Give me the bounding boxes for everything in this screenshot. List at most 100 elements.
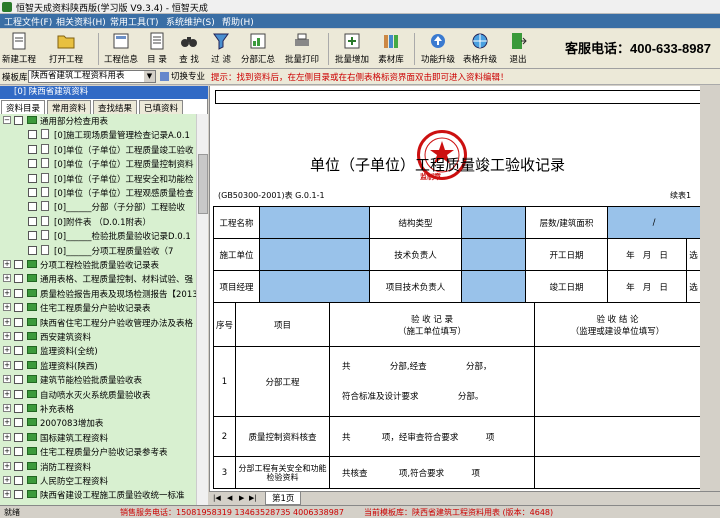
menu-tools[interactable]: 常用工具(T) [110,15,159,28]
tree-item[interactable]: + 住宅工程质量分户验收记录表 [0,301,196,314]
start-date-field[interactable]: 年 月 日 [607,238,687,271]
tree-item-checkbox[interactable] [14,447,23,457]
construction-unit-field[interactable] [259,238,370,271]
expand-icon[interactable]: + [3,404,11,412]
tree-item[interactable]: + 通用表格、工程质量控制、材料试验、强 [0,272,196,285]
start-date-picker-button[interactable]: 选 [686,238,701,271]
expand-icon[interactable]: + [3,274,11,283]
tree-item[interactable]: + 人民防空工程资料 [0,474,196,487]
open-project-button[interactable]: 打开工程 [40,31,92,67]
record-pass-input[interactable] [461,433,483,443]
row-conclusion-field[interactable] [534,346,701,417]
tab-filled[interactable]: 已填资料 [139,100,184,114]
tab-nav-last-icon[interactable]: ▶| [249,494,257,502]
feature-upgrade-button[interactable]: 功能升级 [418,31,458,67]
tree-item-checkbox[interactable] [14,375,23,385]
project-name-field[interactable] [259,206,370,239]
tree-item-checkbox[interactable] [28,202,37,212]
expand-icon[interactable]: + [3,260,11,268]
safety-pass-input[interactable] [447,469,469,479]
division-checked-input[interactable] [429,353,464,379]
tree-item[interactable]: [0]单位（子单位）工程安全和功能检 [0,172,196,185]
tab-nav-first-icon[interactable]: |◀ [213,494,221,502]
project-manager-field[interactable] [259,270,370,303]
tree-item[interactable]: + 住宅工程质量分户验收记录参考表 [0,445,196,458]
expand-icon[interactable]: + [3,476,11,484]
floors-area-field[interactable]: / [607,206,701,239]
structure-type-field[interactable] [461,206,526,239]
tree-item-checkbox[interactable] [14,274,23,284]
material-library-button[interactable]: 素材库 [374,31,408,67]
tree-item-checkbox[interactable] [28,188,37,197]
safety-count-input[interactable] [370,469,396,479]
tree-item-checkbox[interactable] [28,130,37,140]
switch-profession-button[interactable]: 切换专业 [160,70,205,82]
tree-item-checkbox[interactable] [28,231,37,241]
tree-item-checkbox[interactable] [28,159,37,169]
expand-icon[interactable]: + [3,375,11,384]
collapse-icon[interactable]: − [3,116,11,124]
tree-item-checkbox[interactable] [28,245,37,255]
tree-item[interactable]: + 西安建筑资料 [0,330,196,343]
tree-item-checkbox[interactable] [14,389,23,399]
tree-item-checkbox[interactable] [14,332,23,341]
tree-item-checkbox[interactable] [14,317,23,327]
right-scroll-strip[interactable] [700,86,720,491]
batch-print-button[interactable]: 批量打印 [282,31,322,67]
tree-item[interactable]: + 国标建筑工程资料 [0,431,196,444]
tree-item-checkbox[interactable] [14,303,23,313]
menu-maintenance[interactable]: 系统维护(S) [166,15,215,28]
tree-item[interactable]: + 监理资料(全统) [0,344,196,357]
tab-nav-prev-icon[interactable]: ◀ [227,494,232,502]
completion-date-picker-button[interactable]: 选 [686,270,701,303]
expand-icon[interactable]: + [3,332,11,340]
tree-root[interactable]: [0] 陕西省建筑资料 [0,86,208,99]
project-tech-lead-field[interactable] [461,270,526,303]
tree-item-checkbox[interactable] [14,116,23,125]
row-conclusion-field[interactable] [534,416,701,457]
new-project-button[interactable]: 新建工程 [2,31,36,67]
tree-item[interactable]: + 补充表格 [0,402,196,415]
tree-item-checkbox[interactable] [14,360,23,370]
batch-add-button[interactable]: 批量增加 [332,31,372,67]
record-count-input[interactable] [353,433,379,443]
tree-item-checkbox[interactable] [14,260,23,269]
tree-item[interactable]: [0]______检验批质量验收记录D.0.1 [0,229,196,242]
tree-item[interactable]: [0]单位（子单位）工程质量控制资料 [0,157,196,170]
table-upgrade-button[interactable]: 表格升级 [460,31,500,67]
row-conclusion-field[interactable] [534,456,701,489]
expand-icon[interactable]: + [3,490,11,499]
expand-icon[interactable]: + [3,317,11,326]
exit-button[interactable]: 退出 [502,31,534,67]
tree-item-checkbox[interactable] [14,461,23,471]
tree-item[interactable]: + 建筑节能检验批质量验收表 [0,373,196,386]
tree-item[interactable]: +2007083增加表 [0,416,196,429]
expand-icon[interactable]: + [3,461,11,470]
tab-search-results[interactable]: 查找结果 [93,100,138,114]
expand-icon[interactable]: + [3,346,11,355]
tree-item-checkbox[interactable] [14,404,23,413]
tree-item-checkbox[interactable] [14,288,23,298]
tab-catalog[interactable]: 资料目录 [1,100,46,114]
tree-item[interactable]: + 陕西省住宅工程分户验收管理办法及表格 [0,316,196,329]
expand-icon[interactable]: + [3,389,11,398]
expand-icon[interactable]: + [3,432,11,441]
catalog-button[interactable]: 目 录 [142,31,172,67]
tab-nav-next-icon[interactable]: ▶ [239,494,244,502]
tree-item-checkbox[interactable] [28,173,37,183]
sheet-tab-page-1[interactable]: 第1页 [265,492,302,505]
search-button[interactable]: 查 找 [174,31,204,67]
division-conform-input[interactable] [421,385,455,399]
tree-item[interactable]: + 分项工程检验批质量验收记录表 [0,258,196,271]
tree-item-checkbox[interactable] [14,432,23,442]
scrollbar-thumb[interactable] [198,154,208,214]
menu-related[interactable]: 相关资料(H) [56,15,106,28]
tree-item[interactable]: [0]单位（子单位）工程质量竣工验收 [0,143,196,156]
expand-icon[interactable]: + [3,288,11,297]
tree-item-checkbox[interactable] [14,418,23,428]
expand-icon[interactable]: + [3,418,11,427]
tree-item[interactable]: + 陕西省建设工程施工质量验收统一标准 [0,488,196,501]
menu-help[interactable]: 帮助(H) [222,15,254,28]
tree-item[interactable]: [0]______分项工程质量验收（7 [0,244,196,257]
chevron-down-icon[interactable]: ▼ [144,71,155,82]
